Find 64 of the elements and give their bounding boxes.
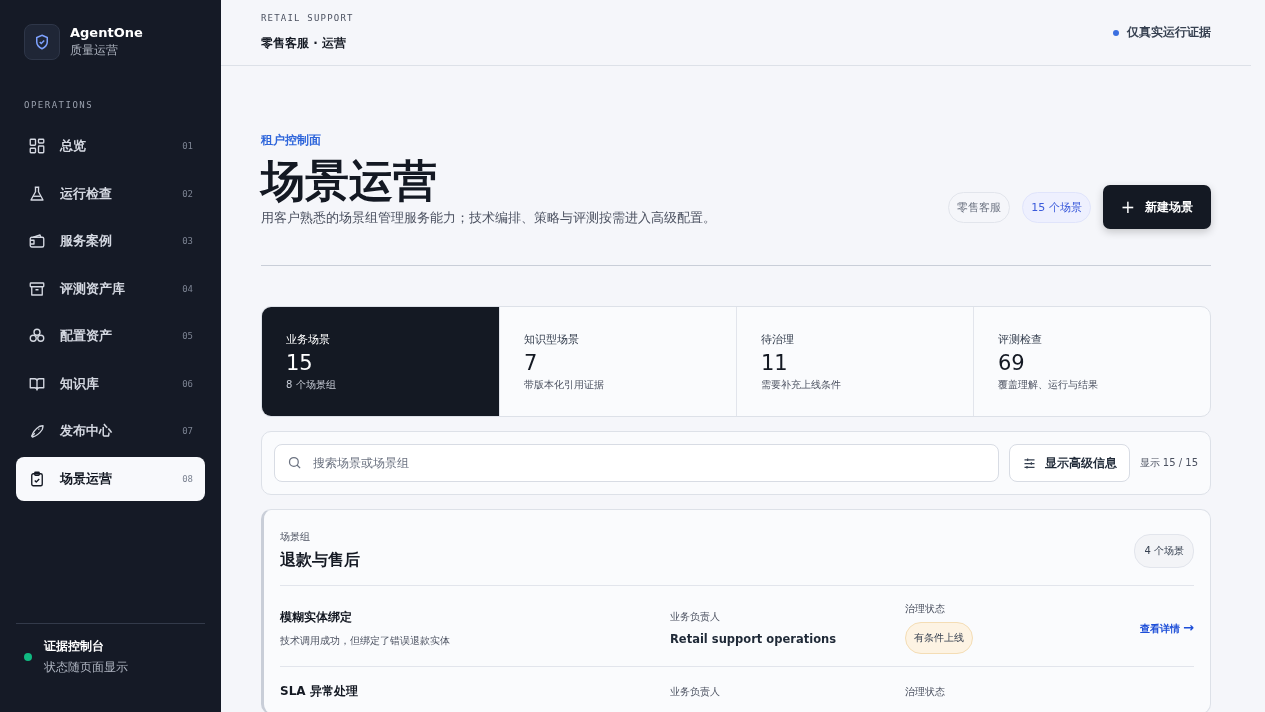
scenario-description: 技术调用成功，但绑定了错误退款实体: [280, 633, 451, 648]
hero-eyebrow: 租户控制面: [261, 132, 322, 149]
sidebar-item[interactable]: 场景运营 08: [16, 456, 205, 501]
grid-icon: [28, 137, 46, 155]
console-subtitle: 状态随页面显示: [44, 659, 128, 676]
sidebar-item[interactable]: 发布中心 07: [16, 409, 205, 453]
stat-label: 业务场景: [286, 333, 331, 347]
page-description: 用客户熟悉的场景组管理服务能力；技术编排、策略与评测按需进入高级配置。: [261, 209, 716, 227]
sidebar-item[interactable]: 服务案例 03: [16, 219, 205, 263]
stat-card[interactable]: 业务场景 15 8 个场景组: [262, 307, 499, 416]
sidebar-item[interactable]: 评测资产库 04: [16, 266, 205, 311]
stat-label: 知识型场景: [524, 333, 580, 347]
stat-note: 带版本化引用证据: [524, 378, 605, 392]
group-eyebrow: 场景组: [280, 530, 311, 544]
header-eyebrow: RETAIL SUPPORT: [261, 13, 354, 23]
stat-note: 需要补充上线条件: [761, 378, 842, 392]
scenario-count-badge: 4 个场景: [1134, 533, 1194, 568]
stat-note: 8 个场景组: [286, 378, 337, 392]
group-title: 退款与售后: [280, 550, 360, 571]
scenario-name: 模糊实体绑定: [280, 608, 353, 626]
shield-icon: [24, 24, 60, 60]
search-icon: [287, 455, 302, 470]
flask-icon: [28, 184, 46, 203]
wallet-icon: [28, 232, 46, 250]
brand-subtitle: 质量运营: [70, 42, 119, 59]
tag: 15 个场景: [1022, 191, 1091, 223]
status-badge: 有条件上线: [905, 622, 973, 654]
advanced-toggle-button[interactable]: 显示高级信息: [1008, 444, 1130, 482]
section-label: OPERATIONS: [23, 100, 95, 110]
search-field[interactable]: 搜索场景或场景组: [274, 444, 999, 482]
console-title: 证据控制台: [44, 638, 105, 655]
owner-label: 业务负责人: [670, 684, 721, 699]
stat-value: 15: [286, 351, 314, 375]
stat-label: 评测检查: [998, 333, 1043, 347]
stat-label: 待治理: [761, 333, 795, 347]
sidebar-item[interactable]: 运行检查 02: [16, 171, 205, 216]
stat-value: 7: [524, 351, 539, 375]
owner-label: 业务负责人: [670, 610, 721, 624]
stat-card[interactable]: 知识型场景 7 带版本化引用证据: [499, 307, 736, 416]
sidebar-item[interactable]: 配置资产 05: [16, 314, 205, 358]
owner-name: Retail support operations: [670, 632, 838, 646]
cubes-icon: [28, 327, 46, 345]
result-count: 显示 15 / 15: [1139, 456, 1198, 470]
page-title: 场景运营: [261, 155, 438, 207]
status-text: 仅真实运行证据: [1127, 24, 1211, 41]
view-details-link[interactable]: 查看详情 →: [1139, 620, 1194, 636]
header-title: 零售客服 · 运营: [261, 35, 347, 52]
status-label: 治理状态: [905, 602, 946, 616]
stat-value: 69: [998, 351, 1026, 375]
rocket-icon: [28, 422, 46, 440]
scenario-name: SLA 异常处理: [280, 683, 359, 700]
stat-card[interactable]: 评测检查 69 覆盖理解、运行与结果: [973, 307, 1210, 416]
archive-icon: [28, 279, 46, 298]
stat-note: 覆盖理解、运行与结果: [998, 378, 1099, 392]
sidebar-item[interactable]: 总览 01: [16, 124, 205, 168]
tag: 零售客服: [948, 191, 1011, 223]
brand-name: AgentOne: [70, 25, 143, 40]
new-scenario-button[interactable]: + 新建场景: [1102, 185, 1211, 229]
sidebar-item[interactable]: 知识库 06: [16, 361, 205, 406]
clipboard-check-icon: [28, 469, 46, 488]
status-dot: [1113, 29, 1119, 36]
stat-value: 11: [761, 351, 789, 375]
stat-card[interactable]: 待治理 11 需要补充上线条件: [736, 307, 973, 416]
status-label: 治理状态: [905, 684, 946, 699]
